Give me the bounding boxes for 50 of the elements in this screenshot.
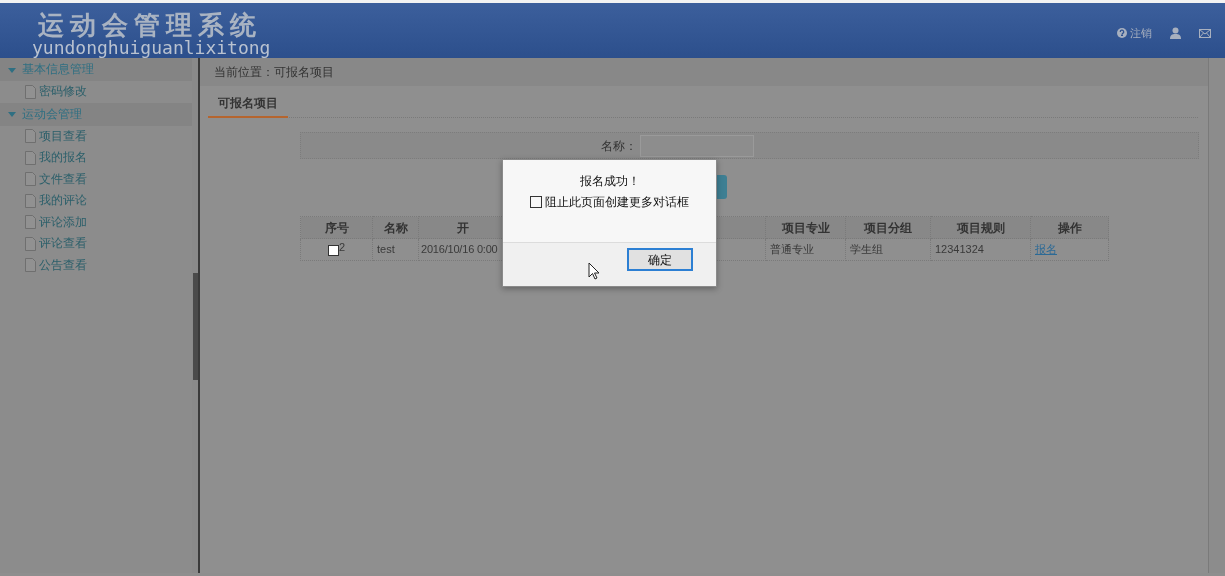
document-icon: [25, 150, 36, 165]
sidebar-item[interactable]: 密码修改: [0, 81, 192, 103]
sidebar-item[interactable]: 评论查看: [0, 233, 192, 255]
search-button[interactable]: [717, 175, 727, 199]
user-icon[interactable]: [1170, 27, 1181, 40]
column-header: 项目分组: [845, 216, 931, 239]
document-icon: [25, 84, 36, 99]
sidebar-group[interactable]: 基本信息管理: [0, 58, 192, 81]
sidebar-item[interactable]: 项目查看: [0, 125, 192, 147]
document-icon: [25, 258, 36, 273]
logout-link[interactable]: 注销: [1117, 25, 1152, 42]
ok-button[interactable]: 确定: [627, 248, 693, 271]
tab[interactable]: 可报名项目: [208, 94, 288, 118]
table-cell: 2016/10/16 0:00: [421, 243, 498, 256]
caret-icon: [8, 110, 16, 118]
column-header: 序号: [300, 216, 373, 239]
row-checkbox[interactable]: [327, 244, 339, 256]
sidebar-item[interactable]: 公告查看: [0, 254, 192, 276]
scrollbar-thumb[interactable]: [193, 273, 198, 380]
table-cell: 12341324: [935, 243, 984, 256]
dialog-message: 报名成功！: [578, 173, 641, 190]
mail-icon[interactable]: [1199, 28, 1211, 38]
breadcrumb: 当前位置：可报名项目: [214, 65, 334, 79]
field-label: 名称：: [601, 138, 637, 155]
signup-link[interactable]: 报名: [1035, 243, 1057, 256]
table-cell: test: [377, 243, 395, 256]
column-header: 项目规则: [930, 216, 1031, 239]
sidebar-item[interactable]: 我的报名: [0, 147, 192, 169]
help-icon: [1117, 28, 1127, 39]
document-icon: [25, 129, 36, 144]
app-title: 运动会管理系统: [38, 10, 262, 40]
document-icon: [25, 172, 36, 187]
app-subtitle: yundonghuiguanlixitong: [32, 40, 271, 56]
sidebar-item[interactable]: 文件查看: [0, 168, 192, 190]
column-header: 名称: [372, 216, 419, 239]
table-cell: 学生组: [850, 243, 883, 256]
name-field[interactable]: [640, 135, 754, 157]
document-icon: [25, 215, 36, 230]
document-icon: [25, 193, 36, 208]
column-header: 项目专业: [765, 216, 846, 239]
suppress-checkbox[interactable]: 阻止此页面创建更多对话框: [530, 193, 689, 211]
table-cell-text: 2: [338, 240, 346, 255]
cursor-icon: [588, 262, 600, 280]
caret-icon: [8, 65, 16, 74]
document-icon: [25, 236, 36, 251]
sidebar-group[interactable]: 运动会管理: [0, 102, 192, 126]
sidebar-item[interactable]: 我的评论: [0, 190, 192, 212]
sidebar-item[interactable]: 评论添加: [0, 211, 192, 233]
column-header: 操作: [1030, 216, 1109, 239]
table-cell: 普通专业: [770, 243, 814, 256]
